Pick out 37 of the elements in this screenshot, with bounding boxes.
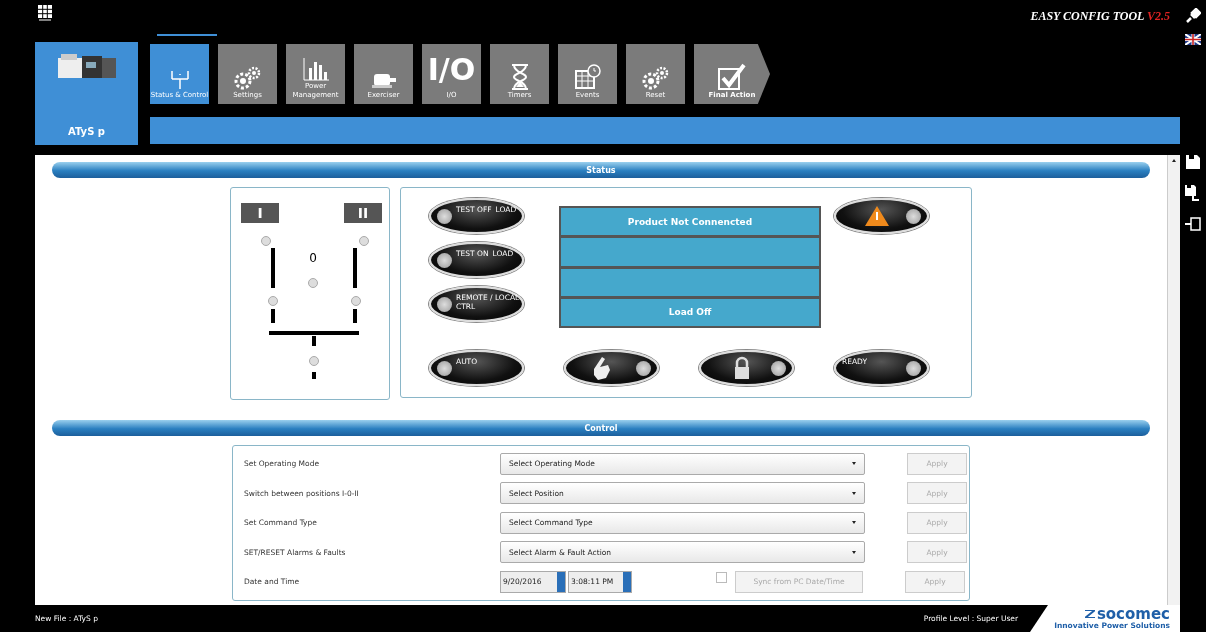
- hourglass-icon: [509, 63, 530, 91]
- status-lamp: [437, 208, 452, 224]
- flag-icon[interactable]: [1185, 34, 1201, 45]
- exit-icon[interactable]: [1185, 217, 1201, 231]
- io-icon: I/O: [427, 55, 476, 85]
- product-tile[interactable]: ATyS p: [35, 42, 138, 145]
- warning-icon: [864, 205, 890, 227]
- logo-mark-icon: [1084, 610, 1095, 618]
- plug-icon[interactable]: [1185, 8, 1201, 24]
- save-icon[interactable]: [1186, 155, 1200, 169]
- zero-position-label: 0: [309, 251, 317, 265]
- lock-icon: [733, 356, 751, 380]
- scrollbar[interactable]: [1167, 155, 1180, 605]
- status-lamp: [437, 296, 452, 312]
- status-lamp: [906, 360, 921, 376]
- status-lamp: [437, 252, 452, 268]
- section-header: Control: [52, 420, 1150, 436]
- gears-icon: [232, 65, 263, 91]
- checkbox[interactable]: [716, 572, 727, 583]
- selected-tab-indicator: [157, 34, 217, 36]
- brand-name: socomec: [1096, 607, 1170, 621]
- calendar-icon: [573, 63, 602, 91]
- bar-chart-icon: [300, 56, 331, 82]
- status-lamp: [771, 360, 786, 376]
- status-lamp: [906, 208, 921, 224]
- status-lamp: [636, 360, 651, 376]
- source-label: II: [344, 203, 382, 223]
- grid-menu-icon[interactable]: [38, 5, 52, 21]
- gears-icon: [640, 65, 671, 91]
- product-name: ATyS p: [68, 126, 105, 137]
- status-lamp: [437, 360, 452, 376]
- source-label: I: [241, 203, 279, 223]
- checkbox-icon: [717, 63, 747, 91]
- save-as-icon[interactable]: [1185, 185, 1201, 201]
- app-title: EASY CONFIG TOOL V2.5: [1030, 9, 1170, 24]
- switch-icon: [168, 69, 191, 91]
- section-header: Status: [52, 162, 1150, 178]
